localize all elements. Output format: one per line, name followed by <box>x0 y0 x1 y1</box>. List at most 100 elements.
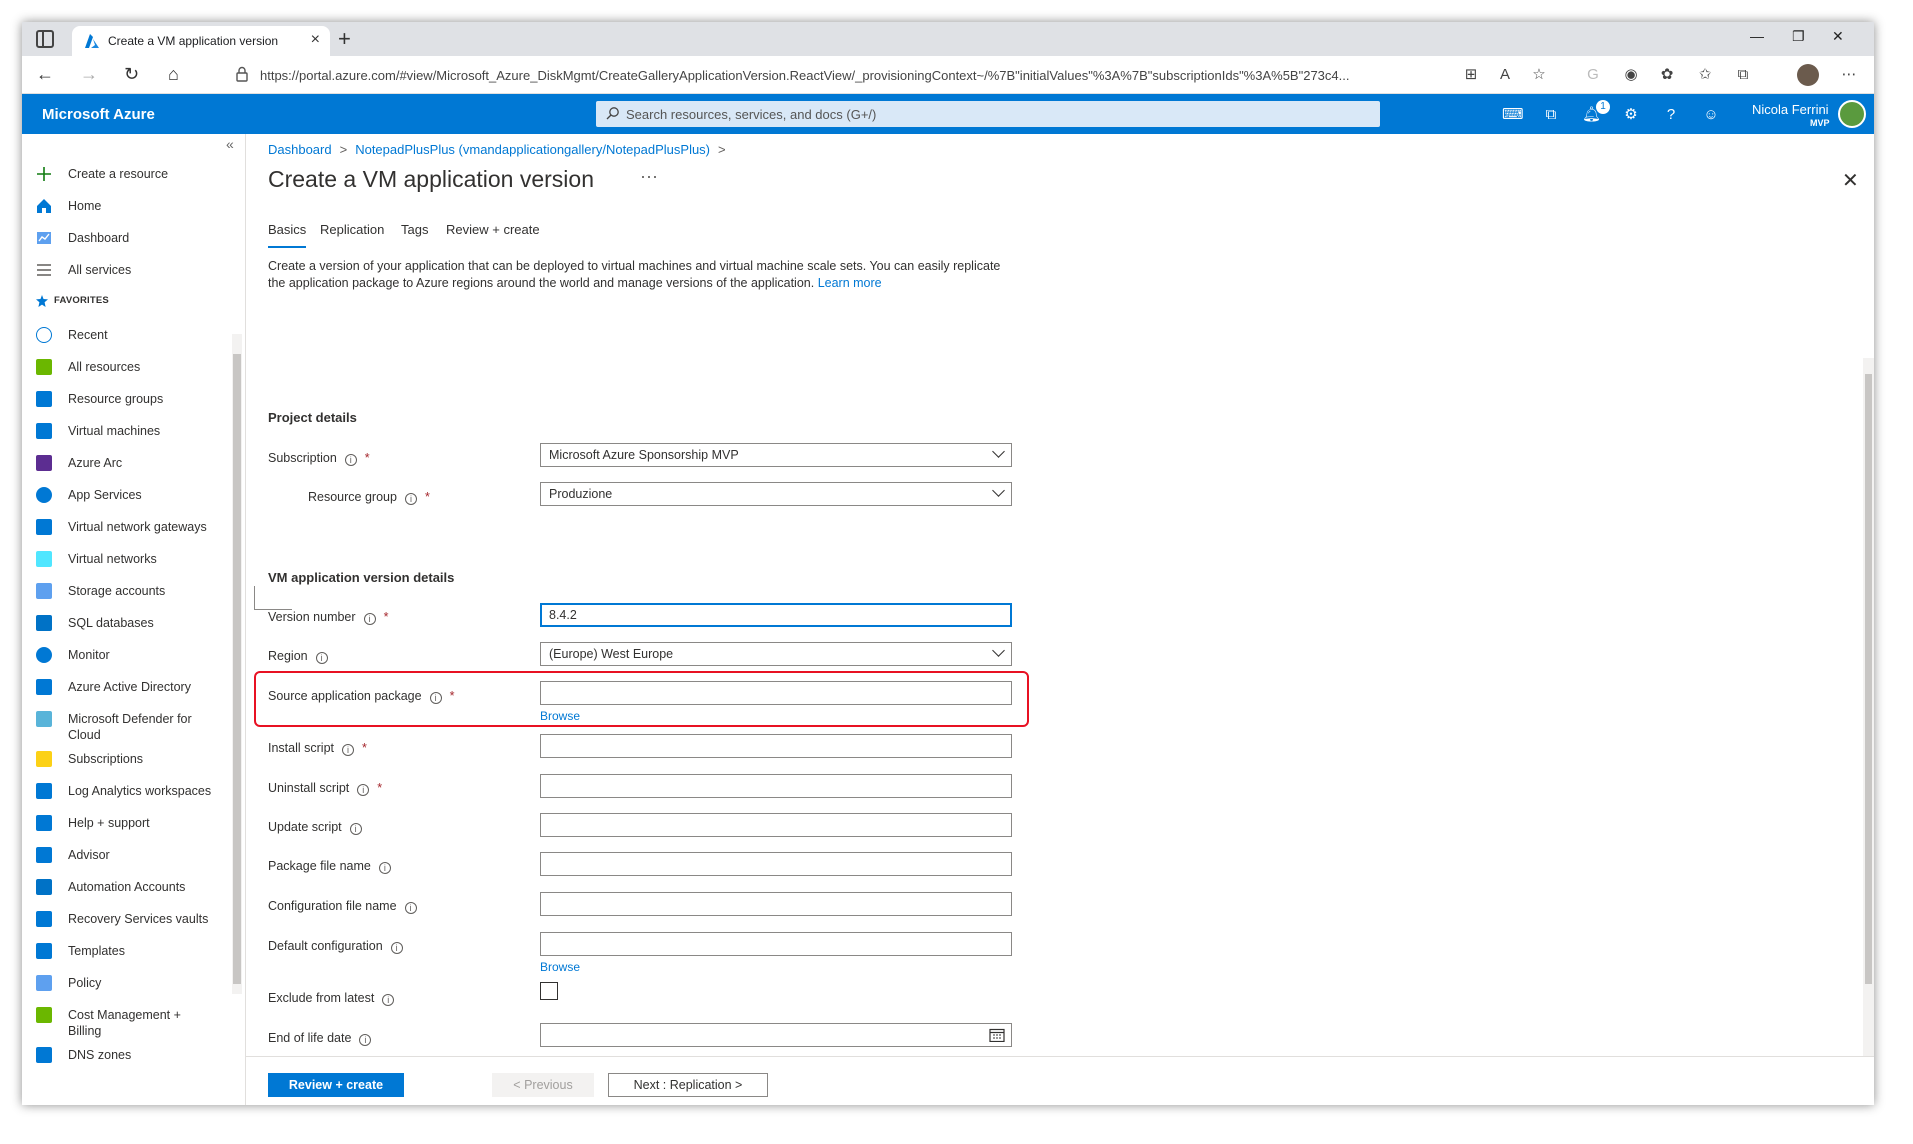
sidebar-item-subscriptions[interactable]: Subscriptions <box>36 748 236 770</box>
extensions-icon[interactable]: ✿ <box>1658 66 1676 84</box>
favorites-icon[interactable]: ✩ <box>1696 66 1714 84</box>
sidebar-item-cost-management[interactable]: Cost Management + Billing <box>36 1004 236 1040</box>
sidebar-item-virtual-machines[interactable]: Virtual machines <box>36 420 236 442</box>
user-name[interactable]: Nicola Ferrini <box>1752 102 1829 117</box>
home-icon[interactable]: ⌂ <box>168 64 179 85</box>
collections-icon[interactable]: ⧉ <box>1734 66 1752 84</box>
version-number-input[interactable]: 8.4.2 <box>540 603 1012 627</box>
user-avatar[interactable] <box>1838 100 1866 128</box>
sidebar-item-all-services[interactable]: All services <box>36 259 236 281</box>
sidebar-item-help-support[interactable]: Help + support <box>36 812 236 834</box>
global-search-input[interactable]: Search resources, services, and docs (G+… <box>596 101 1380 127</box>
package-file-name-input[interactable] <box>540 852 1012 876</box>
uninstall-script-input[interactable] <box>540 774 1012 798</box>
directory-filter-icon[interactable]: ⧉ <box>1542 106 1560 124</box>
install-script-input[interactable] <box>540 734 1012 758</box>
minimize-icon[interactable]: — <box>1750 28 1764 44</box>
info-icon[interactable]: i <box>404 493 417 505</box>
browse-config-link[interactable]: Browse <box>540 960 580 974</box>
sidebar-item-templates[interactable]: Templates <box>36 940 236 962</box>
resource-group-dropdown[interactable]: Produzione <box>540 482 1012 506</box>
browser-profile-avatar[interactable] <box>1797 64 1819 86</box>
info-icon[interactable]: i <box>357 784 370 796</box>
info-icon[interactable]: i <box>349 823 362 835</box>
sidebar-item-virtual-network-gateways[interactable]: Virtual network gateways <box>36 516 236 538</box>
info-icon[interactable]: i <box>342 744 354 756</box>
help-icon[interactable]: ? <box>1662 106 1680 124</box>
subscription-dropdown[interactable]: Microsoft Azure Sponsorship MVP <box>540 443 1012 467</box>
sidebar-item-all-resources[interactable]: All resources <box>36 356 236 378</box>
end-of-life-date-picker[interactable] <box>540 1023 1012 1047</box>
breadcrumb-dashboard[interactable]: Dashboard <box>268 142 332 157</box>
sidebar-item-app-services[interactable]: App Services <box>36 484 236 506</box>
refresh-icon[interactable]: ↻ <box>124 64 139 85</box>
info-icon[interactable]: i <box>359 1034 372 1046</box>
calendar-icon[interactable] <box>989 1028 1005 1042</box>
lock-icon <box>236 66 248 82</box>
forward-arrow-icon[interactable]: → <box>80 64 98 85</box>
update-script-input[interactable] <box>540 813 1012 837</box>
sidebar-item-sql-databases[interactable]: SQL databases <box>36 612 236 634</box>
url-field[interactable]: https://portal.azure.com/#view/Microsoft… <box>222 60 1446 90</box>
extension-g-icon[interactable]: G <box>1584 66 1602 84</box>
sidebar-item-advisor[interactable]: Advisor <box>36 844 236 866</box>
settings-gear-icon[interactable]: ⚙ <box>1622 106 1640 124</box>
sidebar-item-storage-accounts[interactable]: Storage accounts <box>36 580 236 602</box>
content-scrollbar[interactable] <box>1863 358 1874 1105</box>
cloud-shell-icon[interactable]: ⌨ <box>1502 106 1524 124</box>
default-config-input[interactable] <box>540 932 1012 956</box>
sidebar-item-azure-arc[interactable]: Azure Arc <box>36 452 236 474</box>
info-icon[interactable]: i <box>390 942 403 954</box>
favorite-add-icon[interactable]: ☆ <box>1530 66 1548 84</box>
azure-brand[interactable]: Microsoft Azure <box>42 106 155 123</box>
sidebar-item-recent[interactable]: Recent <box>36 324 236 346</box>
extension-shield-icon[interactable]: ◉ <box>1622 66 1640 84</box>
more-menu-icon[interactable]: ⋯ <box>1840 66 1858 84</box>
sidebar-item-microsoft-defender-for[interactable]: Microsoft Defender for Cloud <box>36 708 236 744</box>
tab-basics[interactable]: Basics <box>268 222 306 237</box>
sidebar-item-resource-groups[interactable]: Resource groups <box>36 388 236 410</box>
read-aloud-icon[interactable]: A <box>1496 66 1514 84</box>
review-create-button[interactable]: Review + create <box>268 1073 404 1097</box>
close-blade-icon[interactable]: ✕ <box>1842 168 1859 193</box>
sidebar-item-automation-accounts[interactable]: Automation Accounts <box>36 876 236 898</box>
sidebar-item-policy[interactable]: Policy <box>36 972 236 994</box>
app-available-icon[interactable]: ⊞ <box>1462 66 1480 84</box>
window-close-icon[interactable]: ✕ <box>1832 28 1844 45</box>
close-tab-icon[interactable]: × <box>311 31 320 49</box>
new-tab-button[interactable]: + <box>338 26 351 52</box>
config-file-name-input[interactable] <box>540 892 1012 916</box>
tab-tags[interactable]: Tags <box>401 222 428 237</box>
region-dropdown[interactable]: (Europe) West Europe <box>540 642 1012 666</box>
breadcrumb-application[interactable]: NotepadPlusPlus (vmandapplicationgallery… <box>355 142 710 157</box>
previous-button[interactable]: < Previous <box>492 1073 594 1097</box>
content-scroll-thumb[interactable] <box>1865 374 1872 984</box>
info-icon[interactable]: i <box>404 902 417 914</box>
info-icon[interactable]: i <box>382 994 395 1006</box>
back-arrow-icon[interactable]: ← <box>36 64 54 85</box>
next-replication-button[interactable]: Next : Replication > <box>608 1073 768 1097</box>
info-icon[interactable]: i <box>344 454 357 466</box>
sidebar-item-create-resource[interactable]: Create a resource <box>36 163 236 185</box>
browser-tab-active[interactable]: Create a VM application version × <box>72 26 330 56</box>
more-options-icon[interactable]: ··· <box>640 166 658 187</box>
sidebar-item-virtual-networks[interactable]: Virtual networks <box>36 548 236 570</box>
sidebar-item-monitor[interactable]: Monitor <box>36 644 236 666</box>
sidebar-item-dashboard[interactable]: Dashboard <box>36 227 236 249</box>
tab-actions-icon[interactable] <box>36 30 54 48</box>
sidebar-item-azure-active-directory[interactable]: Azure Active Directory <box>36 676 236 698</box>
tab-review-create[interactable]: Review + create <box>446 222 540 237</box>
info-icon[interactable]: i <box>315 652 328 664</box>
sidebar-item-recovery-services-vaults[interactable]: Recovery Services vaults <box>36 908 236 930</box>
collapse-sidebar-icon[interactable]: « <box>226 136 234 152</box>
sidebar-item-log-analytics-workspaces[interactable]: Log Analytics workspaces <box>36 780 236 802</box>
learn-more-link[interactable]: Learn more <box>818 276 882 290</box>
info-icon[interactable]: i <box>378 862 391 874</box>
feedback-icon[interactable]: ☺ <box>1702 106 1720 124</box>
exclude-latest-checkbox[interactable] <box>540 982 558 1000</box>
restore-icon[interactable]: ❐ <box>1792 28 1805 45</box>
sidebar-item-home[interactable]: Home <box>36 195 236 217</box>
tab-replication[interactable]: Replication <box>320 222 384 237</box>
sidebar-item-dns-zones[interactable]: DNS zones <box>36 1044 236 1066</box>
info-icon[interactable]: i <box>363 613 376 625</box>
